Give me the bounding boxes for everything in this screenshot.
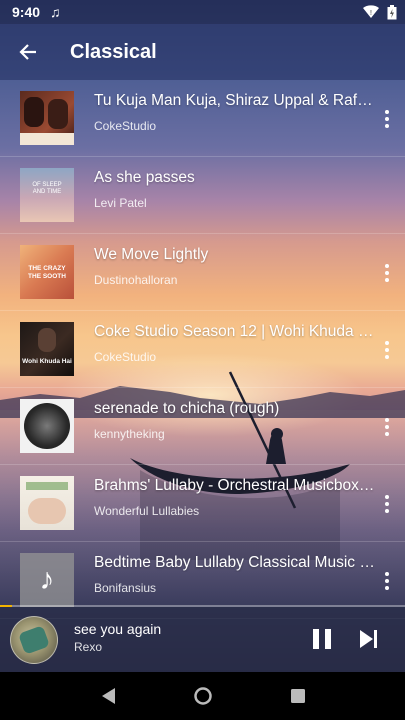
svg-text:!: ! [370, 10, 372, 17]
track-artist: Dustinohalloran [94, 273, 178, 287]
album-art: Wohi Khuda Hai [20, 322, 74, 376]
now-playing-artist: Rexo [74, 640, 103, 654]
music-note-icon: ♪ [39, 563, 55, 596]
album-art [20, 399, 74, 453]
track-row-2[interactable]: OF SLEEP AND TIME As she passes Levi Pat… [0, 157, 405, 234]
battery-icon [387, 4, 397, 19]
back-button[interactable] [0, 24, 56, 80]
more-options-button[interactable] [381, 568, 393, 594]
mini-player[interactable]: see you again Rexo [0, 607, 405, 672]
more-options-button[interactable] [381, 337, 393, 363]
track-row-5[interactable]: serenade to chicha (rough) kennytheking [0, 388, 405, 465]
track-artist: CokeStudio [94, 350, 157, 364]
page-title: Classical [70, 40, 157, 63]
track-row-6[interactable]: Brahms' Lullaby - Orchestral Musicbox Ve… [0, 465, 405, 542]
album-art-text: Wohi Khuda Hai [22, 358, 72, 365]
pause-icon [313, 629, 319, 649]
more-options-button[interactable] [381, 491, 393, 517]
more-options-button[interactable] [381, 260, 393, 286]
more-options-button[interactable] [381, 414, 393, 440]
track-row-1[interactable]: Tu Kuja Man Kuja, Shiraz Uppal & Rafaqat… [0, 80, 405, 157]
nav-recents-icon [290, 689, 305, 703]
track-title: serenade to chicha (rough) [94, 400, 280, 417]
track-artist: kennytheking [94, 427, 165, 441]
more-options-button[interactable] [381, 106, 393, 132]
nav-recents-button[interactable] [278, 676, 318, 716]
album-art [20, 91, 74, 145]
music-note-icon: ♫ [50, 4, 61, 20]
system-nav-bar [0, 672, 405, 720]
album-art-text: OF SLEEP AND TIME [32, 182, 62, 195]
app-toolbar: Classical [0, 24, 405, 80]
wifi-icon: ! [363, 5, 379, 18]
album-art: OF SLEEP AND TIME [20, 168, 74, 222]
nav-home-button[interactable] [183, 676, 223, 716]
track-list[interactable]: Tu Kuja Man Kuja, Shiraz Uppal & Rafaqat… [0, 80, 405, 619]
track-title: Brahms' Lullaby - Orchestral Musicbox Ve… [94, 477, 376, 494]
track-row-3[interactable]: THE CRAZY THE SOOTH We Move Lightly Dust… [0, 234, 405, 311]
status-bar: 9:40 ♫ ! [0, 0, 405, 24]
now-playing-title: see you again [74, 621, 162, 637]
track-artist: Bonifansius [94, 581, 157, 595]
album-art [20, 476, 74, 530]
track-title: We Move Lightly [94, 246, 209, 263]
nav-home-icon [193, 687, 212, 705]
pause-button[interactable] [308, 625, 336, 653]
track-title: Bedtime Baby Lullaby Classical Music for… [94, 554, 376, 571]
album-art-text: THE CRAZY THE SOOTH [28, 265, 66, 280]
album-art-placeholder: ♪ [20, 553, 74, 607]
track-row-4[interactable]: Wohi Khuda Hai Coke Studio Season 12 | W… [0, 311, 405, 388]
track-title: Tu Kuja Man Kuja, Shiraz Uppal & Rafaqat… [94, 92, 376, 109]
status-time: 9:40 [12, 4, 41, 20]
now-playing-art [10, 616, 58, 664]
nav-back-button[interactable] [88, 676, 128, 716]
track-artist: Wonderful Lullabies [94, 504, 200, 518]
track-artist: Levi Patel [94, 196, 147, 210]
track-artist: CokeStudio [94, 119, 157, 133]
skip-next-button[interactable] [354, 625, 382, 653]
album-art: THE CRAZY THE SOOTH [20, 245, 74, 299]
track-title: Coke Studio Season 12 | Wohi Khuda Hai [94, 323, 376, 340]
arrow-back-icon [19, 44, 36, 60]
nav-back-icon [101, 688, 115, 704]
track-title: As she passes [94, 169, 195, 186]
